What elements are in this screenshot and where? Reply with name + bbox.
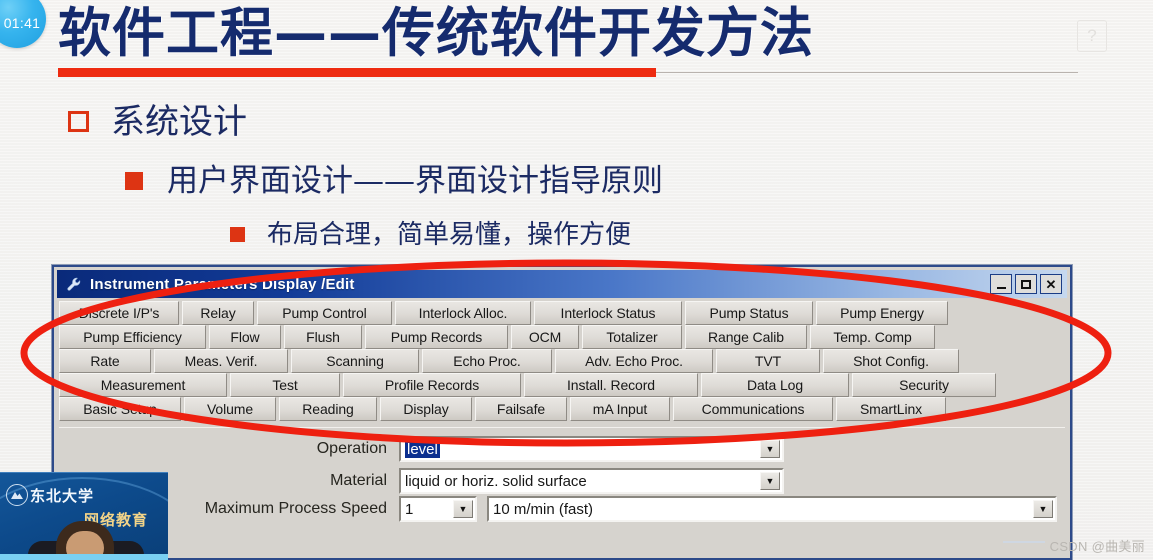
tab-install-record[interactable]: Install. Record xyxy=(524,373,698,397)
instructor-video-overlay[interactable]: 东北大学 网络教育 xyxy=(0,472,168,560)
tab-row-filler xyxy=(951,301,1065,325)
help-icon[interactable]: ? xyxy=(1077,20,1107,52)
combo-value: 1 xyxy=(405,500,414,518)
mountain-logo-icon xyxy=(6,484,28,506)
form-row: Material liquid or horiz. solid surface ▼ xyxy=(59,468,1057,494)
tab-row-filler xyxy=(962,349,1065,373)
combo-value: 10 m/min (fast) xyxy=(493,500,594,518)
square-filled-bullet-icon xyxy=(125,172,143,190)
bullet-level3: 布局合理，简单易懂，操作方便 xyxy=(230,217,631,253)
combo-process-speed-value[interactable]: 10 m/min (fast) ▼ xyxy=(487,496,1057,522)
combo-value: level xyxy=(405,440,440,458)
form-row: Maximum Process Speed 1 ▼ 10 m/min (fast) ▼ xyxy=(59,496,1057,522)
tab-smartlinx[interactable]: SmartLinx xyxy=(836,397,946,421)
form-label-operation: Operation xyxy=(316,440,387,457)
tab-measurement[interactable]: Measurement xyxy=(59,373,227,397)
tab-row: Pump Efficiency Flow Flush Pump Records OCM T… xyxy=(59,325,1065,349)
tab-scanning[interactable]: Scanning xyxy=(291,349,419,373)
tab-rate[interactable]: Rate xyxy=(59,349,151,373)
dialog-titlebar[interactable]: Instrument Parameters Display /Edit ✕ xyxy=(57,270,1067,298)
chevron-down-icon[interactable]: ▼ xyxy=(1033,500,1053,518)
tab-pump-control[interactable]: Pump Control xyxy=(257,301,392,325)
tab-discrete-i-p-s[interactable]: Discrete I/P's xyxy=(59,301,179,325)
combo-material[interactable]: liquid or horiz. solid surface ▼ xyxy=(399,468,784,494)
tab-test[interactable]: Test xyxy=(230,373,340,397)
tab-display[interactable]: Display xyxy=(380,397,472,421)
dialog-title: Instrument Parameters Display /Edit xyxy=(90,275,355,293)
tab-temp-comp[interactable]: Temp. Comp xyxy=(810,325,935,349)
video-progress-bar[interactable] xyxy=(0,554,168,560)
dialog-form-area: Operation level ▼ Material liquid or horiz. … xyxy=(59,427,1065,555)
square-filled-bullet-icon xyxy=(230,227,245,242)
page-title: 软件工程——传统软件开发方法 xyxy=(58,3,814,64)
tab-tvt[interactable]: TVT xyxy=(716,349,820,373)
bullet-level2: 用户界面设计——界面设计指导原则 xyxy=(125,160,663,202)
tab-row-filler xyxy=(949,397,1065,421)
square-outline-bullet-icon xyxy=(68,111,89,132)
chevron-down-icon[interactable]: ▼ xyxy=(453,500,473,518)
chevron-down-icon[interactable]: ▼ xyxy=(760,440,780,458)
tab-data-log[interactable]: Data Log xyxy=(701,373,849,397)
tab-row-filler xyxy=(938,325,1065,349)
tab-row: Rate Meas. Verif. Scanning Echo Proc. Adv. E… xyxy=(59,349,1065,373)
tab-strip: Discrete I/P's Relay Pump Control Interlock… xyxy=(59,301,1065,423)
tab-profile-records[interactable]: Profile Records xyxy=(343,373,521,397)
tab-row: Discrete I/P's Relay Pump Control Interlock… xyxy=(59,301,1065,325)
tab-adv-echo-proc[interactable]: Adv. Echo Proc. xyxy=(555,349,713,373)
watermark: CSDN @曲美丽 xyxy=(1049,539,1145,554)
wrench-icon xyxy=(64,274,84,294)
tab-totalizer[interactable]: Totalizer xyxy=(582,325,682,349)
combo-process-speed-index[interactable]: 1 ▼ xyxy=(399,496,477,522)
tab-reading[interactable]: Reading xyxy=(279,397,377,421)
tab-pump-status[interactable]: Pump Status xyxy=(685,301,813,325)
instrument-parameters-dialog: Instrument Parameters Display /Edit ✕ Di… xyxy=(52,265,1072,560)
maximize-button[interactable] xyxy=(1015,274,1037,294)
tab-ocm[interactable]: OCM xyxy=(511,325,579,349)
bullet-level1: 系统设计 xyxy=(68,100,247,144)
tab-communications[interactable]: Communications xyxy=(673,397,833,421)
tab-pump-energy[interactable]: Pump Energy xyxy=(816,301,948,325)
watermark-line xyxy=(1003,541,1045,543)
tab-security[interactable]: Security xyxy=(852,373,996,397)
tab-interlock-status[interactable]: Interlock Status xyxy=(534,301,682,325)
title-rule-red xyxy=(58,68,656,77)
window-controls: ✕ xyxy=(990,274,1064,294)
tab-pump-records[interactable]: Pump Records xyxy=(365,325,508,349)
bullet-level3-label: 布局合理，简单易懂，操作方便 xyxy=(267,220,632,250)
tab-volume[interactable]: Volume xyxy=(184,397,276,421)
tab-ma-input[interactable]: mA Input xyxy=(570,397,670,421)
bullet-level1-label: 系统设计 xyxy=(111,102,247,142)
tab-interlock-alloc[interactable]: Interlock Alloc. xyxy=(395,301,531,325)
tab-row: Measurement Test Profile Records Install. R… xyxy=(59,373,1065,397)
tab-relay[interactable]: Relay xyxy=(182,301,254,325)
tab-shot-config[interactable]: Shot Config. xyxy=(823,349,959,373)
tab-basic-setup[interactable]: Basic Setup xyxy=(59,397,181,421)
bullet-level2-label: 用户界面设计——界面设计指导原则 xyxy=(167,163,663,199)
university-name: 东北大学 xyxy=(30,487,95,505)
tab-pump-efficiency[interactable]: Pump Efficiency xyxy=(59,325,206,349)
tab-echo-proc[interactable]: Echo Proc. xyxy=(422,349,552,373)
tab-row-filler xyxy=(999,373,1065,397)
tab-failsafe[interactable]: Failsafe xyxy=(475,397,567,421)
tab-flush[interactable]: Flush xyxy=(284,325,362,349)
tab-flow[interactable]: Flow xyxy=(209,325,281,349)
tab-row: Basic Setup Volume Reading Display Failsafe m… xyxy=(59,397,1065,421)
close-button[interactable]: ✕ xyxy=(1040,274,1062,294)
minimize-button[interactable] xyxy=(990,274,1012,294)
form-row: Operation level ▼ xyxy=(59,436,1057,462)
combo-value: liquid or horiz. solid surface xyxy=(405,472,587,490)
chevron-down-icon[interactable]: ▼ xyxy=(760,472,780,490)
tab-range-calib[interactable]: Range Calib xyxy=(685,325,807,349)
combo-operation[interactable]: level ▼ xyxy=(399,436,784,462)
tab-meas-verif[interactable]: Meas. Verif. xyxy=(154,349,288,373)
slide-screenshot: 软件工程——传统软件开发方法 ? 系统设计 用户界面设计——界面设计指导原则 布… xyxy=(0,0,1153,560)
